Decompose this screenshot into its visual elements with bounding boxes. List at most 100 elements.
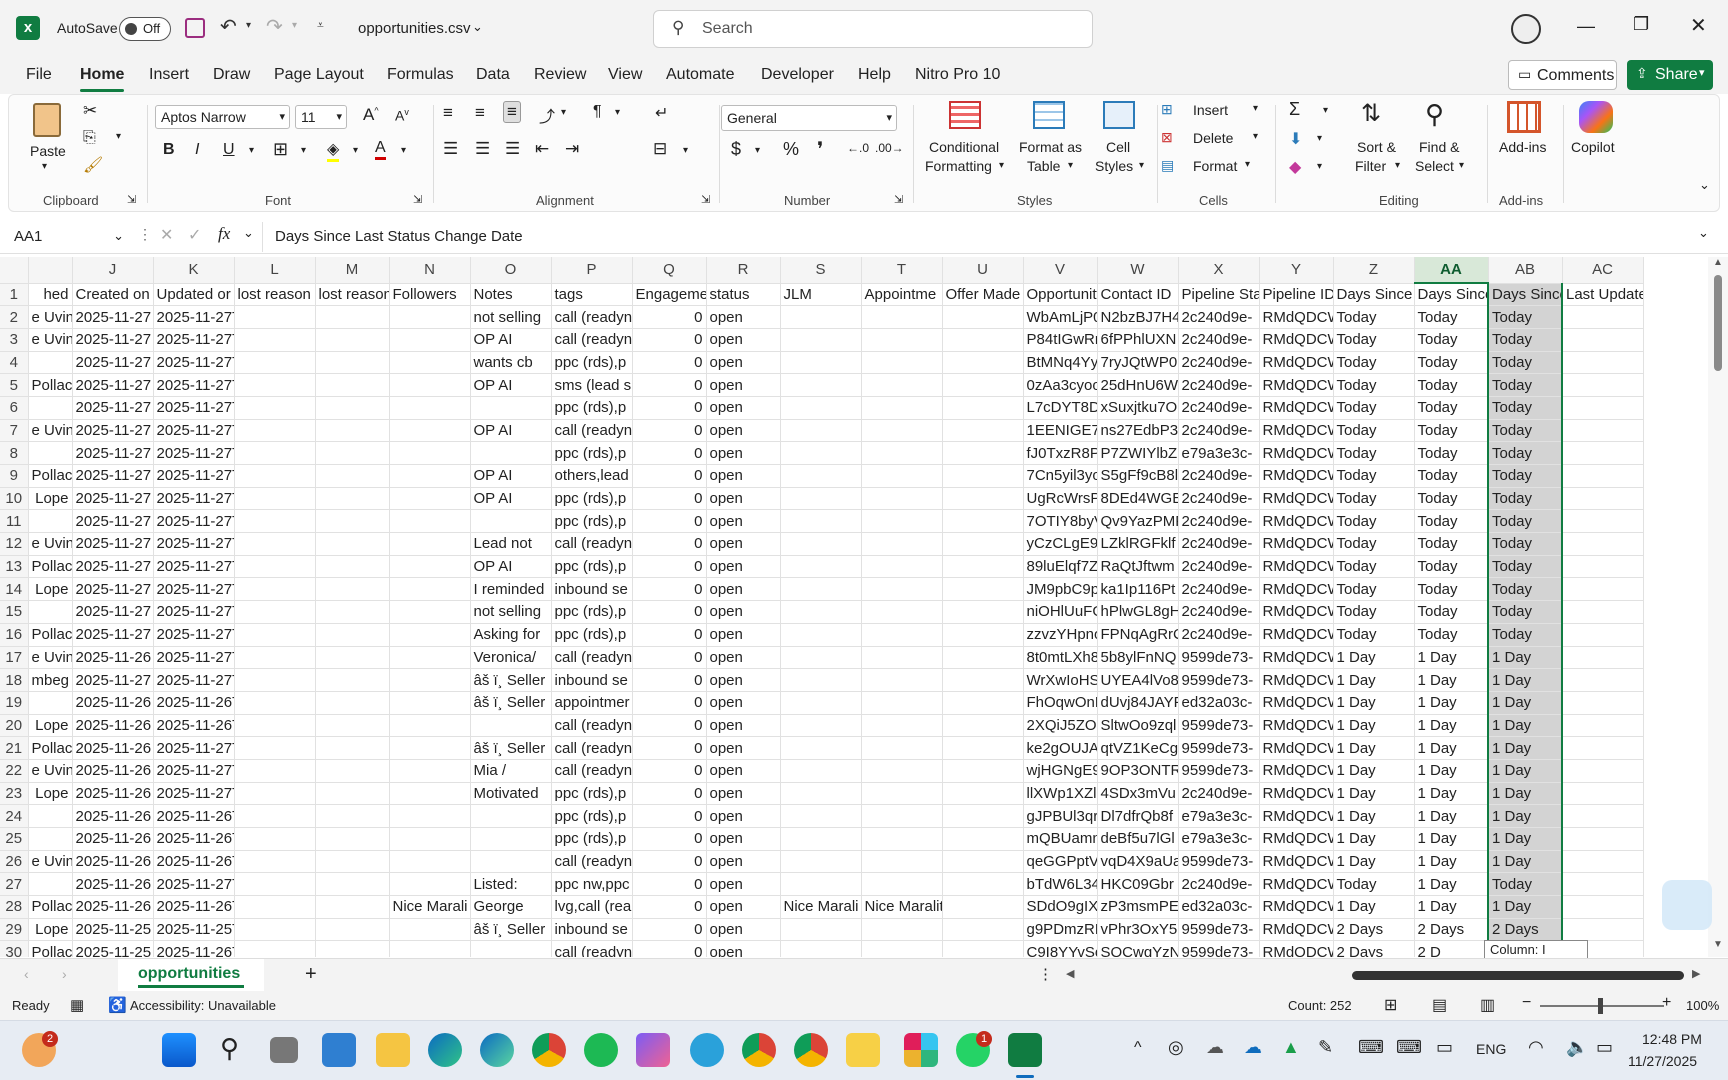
cell[interactable] [234,600,316,624]
cell[interactable]: Last Update [1562,283,1644,307]
cell[interactable]: yCzCLgE9e [1023,532,1098,556]
cell[interactable]: lost reason [315,283,390,307]
cell[interactable] [315,623,390,647]
autosave-toggle[interactable]: Off [119,17,171,41]
cell[interactable] [1562,623,1644,647]
row-header[interactable]: 16 [0,623,29,647]
cell[interactable] [780,804,862,828]
cell[interactable]: WbAmLjP0l [1023,305,1098,329]
row-header[interactable]: 23 [0,782,29,806]
cell[interactable]: not selling [470,600,552,624]
clear-dropdown-icon[interactable]: ▾ [1317,161,1322,172]
cell[interactable]: Engagemer [632,283,707,307]
cell[interactable]: Today [1487,351,1563,375]
cell[interactable] [315,714,390,738]
column-header-j[interactable]: J [72,257,154,284]
fill-icon[interactable]: ⬇ [1289,129,1302,149]
row-header[interactable]: 6 [0,396,29,420]
cell[interactable]: 1 Day [1333,782,1415,806]
cell[interactable] [389,328,471,352]
search-box[interactable]: ⚲ Search [653,10,1093,48]
cell[interactable]: 0 [632,668,707,692]
cell[interactable]: RMdQDCW [1259,464,1334,488]
slack-icon[interactable] [904,1033,938,1067]
cell[interactable] [315,532,390,556]
cell[interactable]: zzvzYHpnol [1023,623,1098,647]
cell[interactable] [861,600,943,624]
orientation-dropdown-icon[interactable]: ▾ [561,107,566,118]
cell[interactable]: RMdQDCW [1259,441,1334,465]
cell[interactable]: open [706,759,781,783]
cell[interactable]: Pollac [28,373,73,397]
cell[interactable]: Lope [28,714,73,738]
cell[interactable]: RMdQDCW [1259,509,1334,534]
cell[interactable]: 0 [632,872,707,897]
cell[interactable] [234,827,316,851]
cell[interactable] [1562,646,1644,670]
cell[interactable]: mbeg [28,668,73,692]
cell[interactable]: 2025-11-27T14:21:38.189Z [153,419,235,443]
column-header-z[interactable]: Z [1333,257,1415,284]
cell[interactable]: 2025-11-26 [72,782,154,806]
row-header[interactable]: 25 [0,827,29,851]
row-header[interactable]: 14 [0,577,29,602]
cell[interactable] [861,668,943,692]
cell[interactable] [389,940,471,957]
cell[interactable]: ppc (rds),p [551,351,633,375]
cell[interactable] [234,895,316,919]
cell[interactable] [780,646,862,670]
cell[interactable]: OP AI [470,464,552,488]
cell[interactable]: âš ï¸ Seller [470,668,552,692]
cell[interactable]: 0 [632,691,707,715]
drive-icon[interactable]: ▲ [1282,1037,1300,1058]
cell[interactable] [28,691,73,715]
cell[interactable]: RMdQDCW [1259,555,1334,579]
cell[interactable] [861,555,943,579]
cell[interactable]: sms (lead s [551,373,633,397]
cell[interactable] [1562,487,1644,511]
floating-widget-icon[interactable] [1662,880,1712,930]
expand-formula-icon[interactable]: ⌄ [1698,225,1709,241]
cell-styles-button[interactable]: Cell Styles ▾ [1089,99,1149,179]
cell[interactable]: 1 Day [1414,827,1489,851]
cell[interactable]: 2025-11-27T15:51:08.164Z [153,351,235,375]
more-icon[interactable]: ⋮ [138,226,152,243]
cell[interactable]: 2025-11-25 [72,918,154,942]
cell[interactable]: 2c240d9e- [1178,419,1260,443]
cell[interactable] [1562,396,1644,420]
cell[interactable]: ppc (rds),p [551,782,633,806]
cell[interactable] [389,918,471,942]
cell[interactable] [234,351,316,375]
row-header[interactable]: 10 [0,487,29,511]
tab-nitro[interactable]: Nitro Pro 10 [915,66,1000,84]
cell[interactable] [780,373,862,397]
cell[interactable]: 0 [632,487,707,511]
cell[interactable] [389,714,471,738]
cell[interactable]: Today [1414,396,1489,420]
cell[interactable]: Today [1333,351,1415,375]
cell[interactable]: 0 [632,600,707,624]
cell[interactable]: call (readyn [551,419,633,443]
cell[interactable]: Pipeline Sta [1178,283,1260,307]
cell[interactable]: 2025-11-27T16:31:45.146Z [153,305,235,329]
cell[interactable]: Days Since [1333,283,1415,307]
cell[interactable] [234,940,316,957]
cell[interactable]: Today [1487,419,1563,443]
cell[interactable]: open [706,827,781,851]
cell[interactable]: open [706,736,781,760]
normal-view-icon[interactable]: ⊞ [1384,995,1397,1015]
cell[interactable] [780,509,862,534]
cell[interactable]: call (readyn [551,850,633,874]
cell[interactable] [1562,555,1644,579]
cell[interactable]: âš ï¸ Seller [470,918,552,942]
fill-color-dropdown-icon[interactable]: ▾ [353,145,358,156]
row-header[interactable]: 5 [0,373,29,397]
cell[interactable]: Today [1487,487,1563,511]
row-header[interactable]: 13 [0,555,29,579]
cell[interactable] [1562,373,1644,397]
cell[interactable]: vqD4X9aUa [1097,850,1179,874]
align-top-icon[interactable]: ≡ [443,103,453,123]
cell[interactable] [315,328,390,352]
cell[interactable]: 2025-11-27T01:02:14.377Z [153,646,235,670]
cell[interactable]: open [706,940,781,957]
